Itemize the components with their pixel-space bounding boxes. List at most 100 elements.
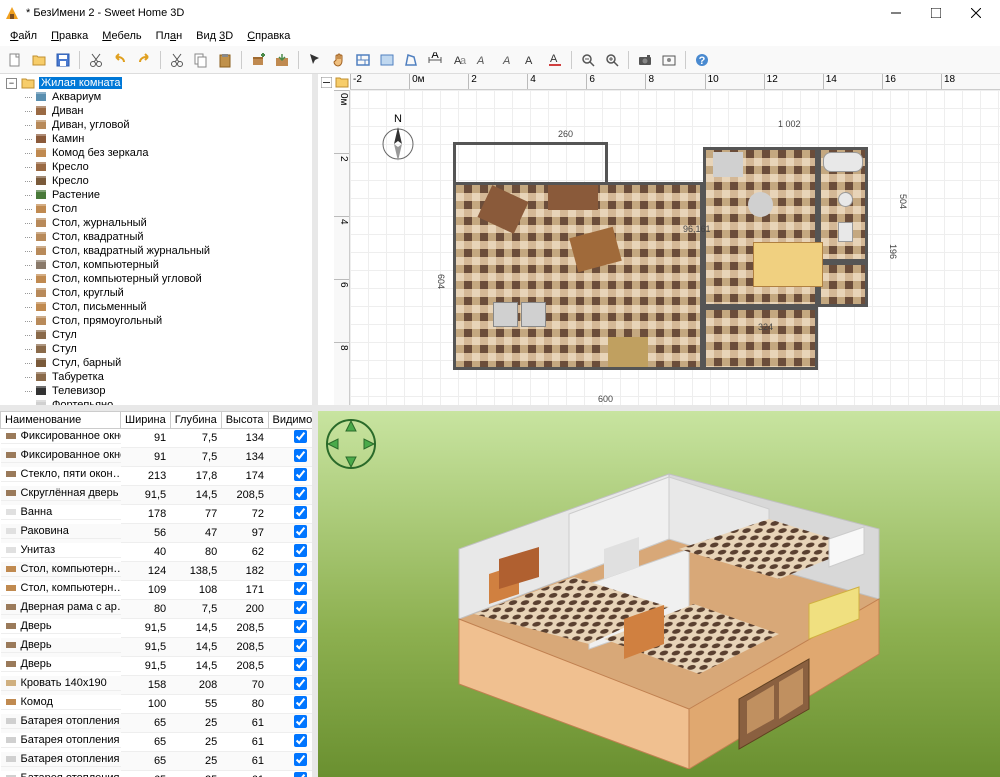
toolbar-room-button[interactable]	[376, 49, 398, 71]
catalog-item[interactable]: ····Кресло	[4, 160, 312, 174]
table-row[interactable]: Комод1005580	[1, 695, 313, 714]
visibility-checkbox[interactable]	[294, 563, 307, 576]
visibility-checkbox[interactable]	[294, 753, 307, 766]
toolbar-cut-button[interactable]	[85, 49, 107, 71]
toolbar-save-button[interactable]	[52, 49, 74, 71]
catalog-item[interactable]: ····Комод без зеркала	[4, 146, 312, 160]
visibility-checkbox[interactable]	[294, 677, 307, 690]
furniture-catalog-panel[interactable]: − Жилая комната ····Аквариум····Диван···…	[0, 74, 312, 411]
plan-furniture[interactable]	[838, 222, 853, 242]
catalog-item[interactable]: ····Стул	[4, 342, 312, 356]
visibility-checkbox[interactable]	[294, 468, 307, 481]
table-row[interactable]: Батарея отопления652561	[1, 771, 313, 777]
toolbar-redo-button[interactable]	[133, 49, 155, 71]
toolbar-cut-button[interactable]	[166, 49, 188, 71]
catalog-item[interactable]: ····Стол, квадратный журнальный	[4, 244, 312, 258]
toolbar-undo-button[interactable]	[109, 49, 131, 71]
catalog-item[interactable]: ····Растение	[4, 188, 312, 202]
toolbar-copy-button[interactable]	[190, 49, 212, 71]
plan-furniture[interactable]	[823, 152, 863, 172]
catalog-item[interactable]: ····Фортепьяно	[4, 398, 312, 411]
catalog-item[interactable]: ····Стол, прямоугольный	[4, 314, 312, 328]
table-row[interactable]: Скруглённая дверь91,514,5208,5	[1, 486, 313, 505]
table-header[interactable]: Наименование	[1, 412, 121, 429]
table-row[interactable]: Дверная рама с ар…807,5200	[1, 600, 313, 619]
plan-level-button[interactable]	[334, 74, 350, 90]
catalog-item[interactable]: ····Стол, круглый	[4, 286, 312, 300]
plan-furniture[interactable]	[713, 152, 743, 177]
plan-furniture[interactable]	[548, 185, 598, 210]
visibility-checkbox[interactable]	[294, 601, 307, 614]
table-row[interactable]: Фиксированное окно917,5134	[1, 429, 313, 448]
toolbar-label-button[interactable]: Aa	[448, 49, 470, 71]
menu-справка[interactable]: Справка	[241, 28, 296, 44]
room[interactable]	[453, 142, 608, 185]
table-row[interactable]: Дверь91,514,5208,5	[1, 657, 313, 676]
table-row[interactable]: Стол, компьютерн…124138,5182	[1, 562, 313, 581]
catalog-item[interactable]: ····Стул	[4, 328, 312, 342]
catalog-item[interactable]: ····Камин	[4, 132, 312, 146]
toolbar-frame-camera-button[interactable]	[658, 49, 680, 71]
menu-мебель[interactable]: Мебель	[96, 28, 147, 44]
plan-furniture[interactable]	[753, 242, 823, 287]
table-row[interactable]: Фиксированное окно917,5134	[1, 448, 313, 467]
table-header[interactable]: Глубина	[170, 412, 221, 429]
toolbar-new-file-button[interactable]	[4, 49, 26, 71]
plan-furniture[interactable]	[838, 192, 853, 207]
toolbar-hand-button[interactable]	[328, 49, 350, 71]
catalog-item[interactable]: ····Стол, компьютерный	[4, 258, 312, 272]
menu-план[interactable]: План	[150, 28, 189, 44]
catalog-item[interactable]: ····Диван, угловой	[4, 118, 312, 132]
table-row[interactable]: Дверь91,514,5208,5	[1, 619, 313, 638]
visibility-checkbox[interactable]	[294, 772, 307, 777]
table-row[interactable]: Батарея отопления652561	[1, 752, 313, 771]
plan-furniture[interactable]	[748, 192, 773, 217]
visibility-checkbox[interactable]	[294, 620, 307, 633]
catalog-item[interactable]: ····Стол, журнальный	[4, 216, 312, 230]
catalog-item[interactable]: ····Кресло	[4, 174, 312, 188]
table-header[interactable]: Ширина	[121, 412, 171, 429]
minimize-button[interactable]	[876, 0, 916, 26]
visibility-checkbox[interactable]	[294, 696, 307, 709]
toolbar-poly-button[interactable]	[400, 49, 422, 71]
room[interactable]	[818, 262, 868, 307]
floor-plan[interactable]	[453, 142, 868, 370]
maximize-button[interactable]	[916, 0, 956, 26]
menu-файл[interactable]: Файл	[4, 28, 43, 44]
table-row[interactable]: Батарея отопления652561	[1, 733, 313, 752]
catalog-item[interactable]: ····Стул, барный	[4, 356, 312, 370]
catalog-category-label[interactable]: Жилая комната	[39, 77, 122, 89]
menu-правка[interactable]: Правка	[45, 28, 94, 44]
toolbar-pointer-button[interactable]	[304, 49, 326, 71]
toolbar-add-furniture-button[interactable]	[247, 49, 269, 71]
catalog-item[interactable]: ····Стол, квадратный	[4, 230, 312, 244]
visibility-checkbox[interactable]	[294, 506, 307, 519]
table-header[interactable]: Высота	[221, 412, 268, 429]
catalog-category-row[interactable]: − Жилая комната	[4, 76, 312, 90]
toolbar-wall-button[interactable]	[352, 49, 374, 71]
plan-furniture[interactable]	[493, 302, 518, 327]
house-3d-model[interactable]	[409, 419, 909, 769]
tree-collapse-icon[interactable]: −	[6, 78, 17, 89]
toolbar-help-button[interactable]: ?	[691, 49, 713, 71]
catalog-item[interactable]: ····Диван	[4, 104, 312, 118]
visibility-checkbox[interactable]	[294, 430, 307, 443]
furniture-list-panel[interactable]: НаименованиеШиринаГлубинаВысотаВидимость…	[0, 411, 312, 777]
visibility-checkbox[interactable]	[294, 715, 307, 728]
catalog-item[interactable]: ····Стол	[4, 202, 312, 216]
visibility-checkbox[interactable]	[294, 658, 307, 671]
visibility-checkbox[interactable]	[294, 449, 307, 462]
catalog-item[interactable]: ····Стол, компьютерный угловой	[4, 272, 312, 286]
table-row[interactable]: Стекло, пяти окон…21317,8174	[1, 467, 313, 486]
toolbar-zoom-out-button[interactable]	[577, 49, 599, 71]
visibility-checkbox[interactable]	[294, 544, 307, 557]
visibility-checkbox[interactable]	[294, 582, 307, 595]
table-row[interactable]: Батарея отопления652561	[1, 714, 313, 733]
table-row[interactable]: Ванна1787772	[1, 505, 313, 524]
plan-furniture[interactable]	[608, 337, 648, 367]
visibility-checkbox[interactable]	[294, 734, 307, 747]
toolbar-open-file-button[interactable]	[28, 49, 50, 71]
toolbar-text-font-button[interactable]: A	[520, 49, 542, 71]
toolbar-dimension-button[interactable]: A	[424, 49, 446, 71]
visibility-checkbox[interactable]	[294, 487, 307, 500]
